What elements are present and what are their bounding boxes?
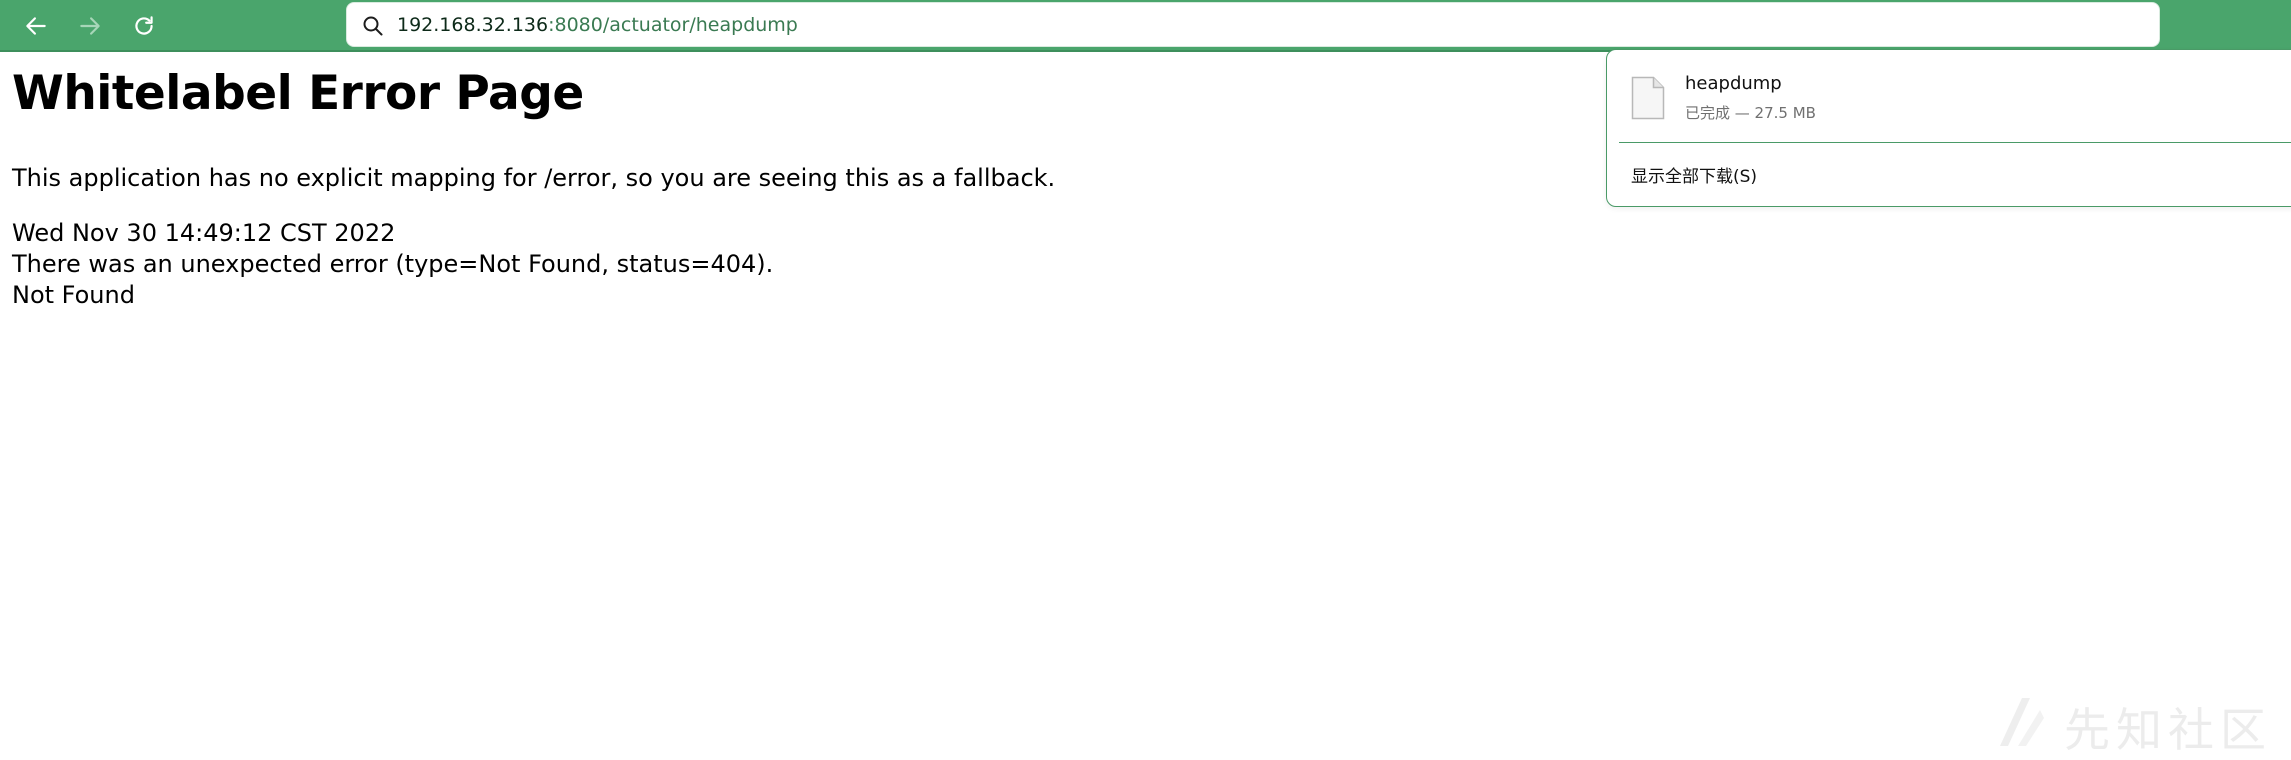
- reload-button[interactable]: [126, 8, 162, 44]
- error-timestamp: Wed Nov 30 14:49:12 CST 2022: [12, 219, 396, 247]
- page-title: Whitelabel Error Page: [12, 66, 584, 121]
- forward-button[interactable]: [72, 8, 108, 44]
- file-icon: [1631, 76, 1665, 120]
- downloads-popup: heapdump 已完成 — 27.5 MB 显示全部下载(S): [1606, 49, 2291, 207]
- download-status: 已完成 — 27.5 MB: [1685, 104, 1816, 122]
- error-reason: Not Found: [12, 281, 135, 309]
- error-details: There was an unexpected error (type=Not …: [12, 250, 774, 278]
- download-filename: heapdump: [1685, 73, 1782, 94]
- download-item[interactable]: heapdump 已完成 — 27.5 MB: [1607, 50, 2291, 142]
- arrow-right-icon: [80, 17, 100, 35]
- watermark: 先知社区: [1990, 690, 2290, 757]
- url-host: 192.168.32.136: [397, 14, 549, 36]
- url-text[interactable]: 192.168.32.136:8080/actuator/heapdump: [397, 14, 798, 36]
- back-button[interactable]: [18, 8, 54, 44]
- address-bar[interactable]: 192.168.32.136:8080/actuator/heapdump: [346, 2, 2160, 47]
- downloads-divider: [1619, 142, 2291, 143]
- arrow-left-icon: [26, 17, 46, 35]
- search-icon: [363, 16, 383, 36]
- reload-icon: [135, 16, 153, 35]
- error-message: This application has no explicit mapping…: [12, 164, 1056, 192]
- url-path: :8080/actuator/heapdump: [548, 14, 798, 36]
- show-all-downloads-link[interactable]: 显示全部下载(S): [1631, 162, 1757, 187]
- watermark-logo-icon: [2000, 698, 2044, 746]
- browser-toolbar: 192.168.32.136:8080/actuator/heapdump: [0, 0, 2291, 52]
- watermark-text: 先知社区: [2064, 703, 2272, 757]
